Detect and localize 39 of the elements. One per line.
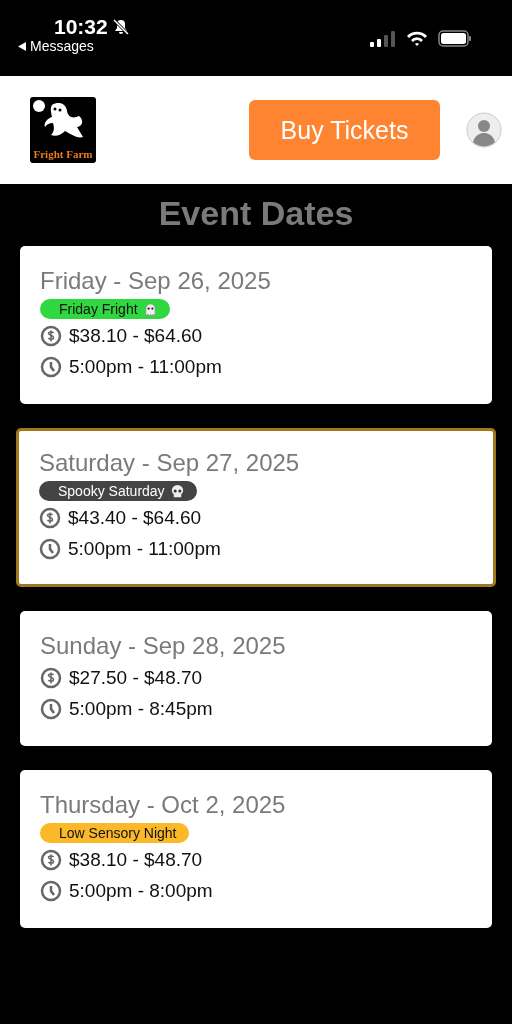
dollar-icon	[40, 667, 62, 689]
event-tag: Friday Fright	[40, 299, 170, 319]
time-range: 5:00pm - 8:45pm	[69, 698, 213, 720]
price-range: $38.10 - $64.60	[69, 325, 203, 347]
dollar-icon	[39, 507, 61, 529]
time-range: 5:00pm - 11:00pm	[68, 538, 221, 560]
time-range: 5:00pm - 8:00pm	[69, 880, 213, 902]
dollar-icon	[40, 325, 62, 347]
clock-icon	[40, 356, 62, 378]
price-range: $38.10 - $48.70	[69, 849, 203, 871]
event-date: Friday - Sep 26, 2025	[40, 266, 272, 296]
skull-icon	[169, 483, 185, 499]
wifi-icon	[406, 30, 428, 47]
event-tag: Low Sensory Night	[40, 823, 189, 843]
event-date: Thursday - Oct 2, 2025	[40, 790, 287, 820]
back-link[interactable]: Messages	[18, 38, 130, 54]
back-arrow-icon	[18, 41, 27, 51]
event-card[interactable]: Saturday - Sep 27, 2025 Spooky Saturday $43.40 - $64.60 5:00pm - 11:00pm	[16, 428, 496, 587]
clock-icon	[40, 698, 62, 720]
clock-icon	[39, 538, 61, 560]
event-date: Sunday - Sep 28, 2025	[40, 631, 287, 661]
dollar-icon	[40, 849, 62, 871]
price-range: $27.50 - $48.70	[69, 667, 203, 689]
ghost-icon	[142, 301, 158, 317]
event-card[interactable]: Thursday - Oct 2, 2025 Low Sensory Night $38.10 - $48.70 5:00pm - 8:00pm	[20, 770, 492, 928]
signal-icon	[370, 30, 396, 47]
avatar-icon[interactable]	[466, 112, 502, 148]
clock-icon	[40, 880, 62, 902]
status-time: 10:32	[54, 16, 108, 38]
time-range: 5:00pm - 11:00pm	[69, 356, 222, 378]
logo: Fright Farm	[30, 97, 96, 163]
price-range: $43.40 - $64.60	[68, 507, 202, 529]
battery-icon	[438, 30, 472, 47]
event-card[interactable]: Friday - Sep 26, 2025 Friday Fright $38.10 - $64.60 5:00pm - 11:00pm	[20, 246, 492, 404]
page-title: Event Dates	[157, 194, 355, 232]
event-tag: Spooky Saturday	[39, 481, 197, 501]
event-date: Saturday - Sep 27, 2025	[39, 448, 301, 478]
muted-bell-icon	[111, 18, 130, 36]
event-card[interactable]: Sunday - Sep 28, 2025 $27.50 - $48.70 5:00pm - 8:45pm	[20, 611, 492, 746]
